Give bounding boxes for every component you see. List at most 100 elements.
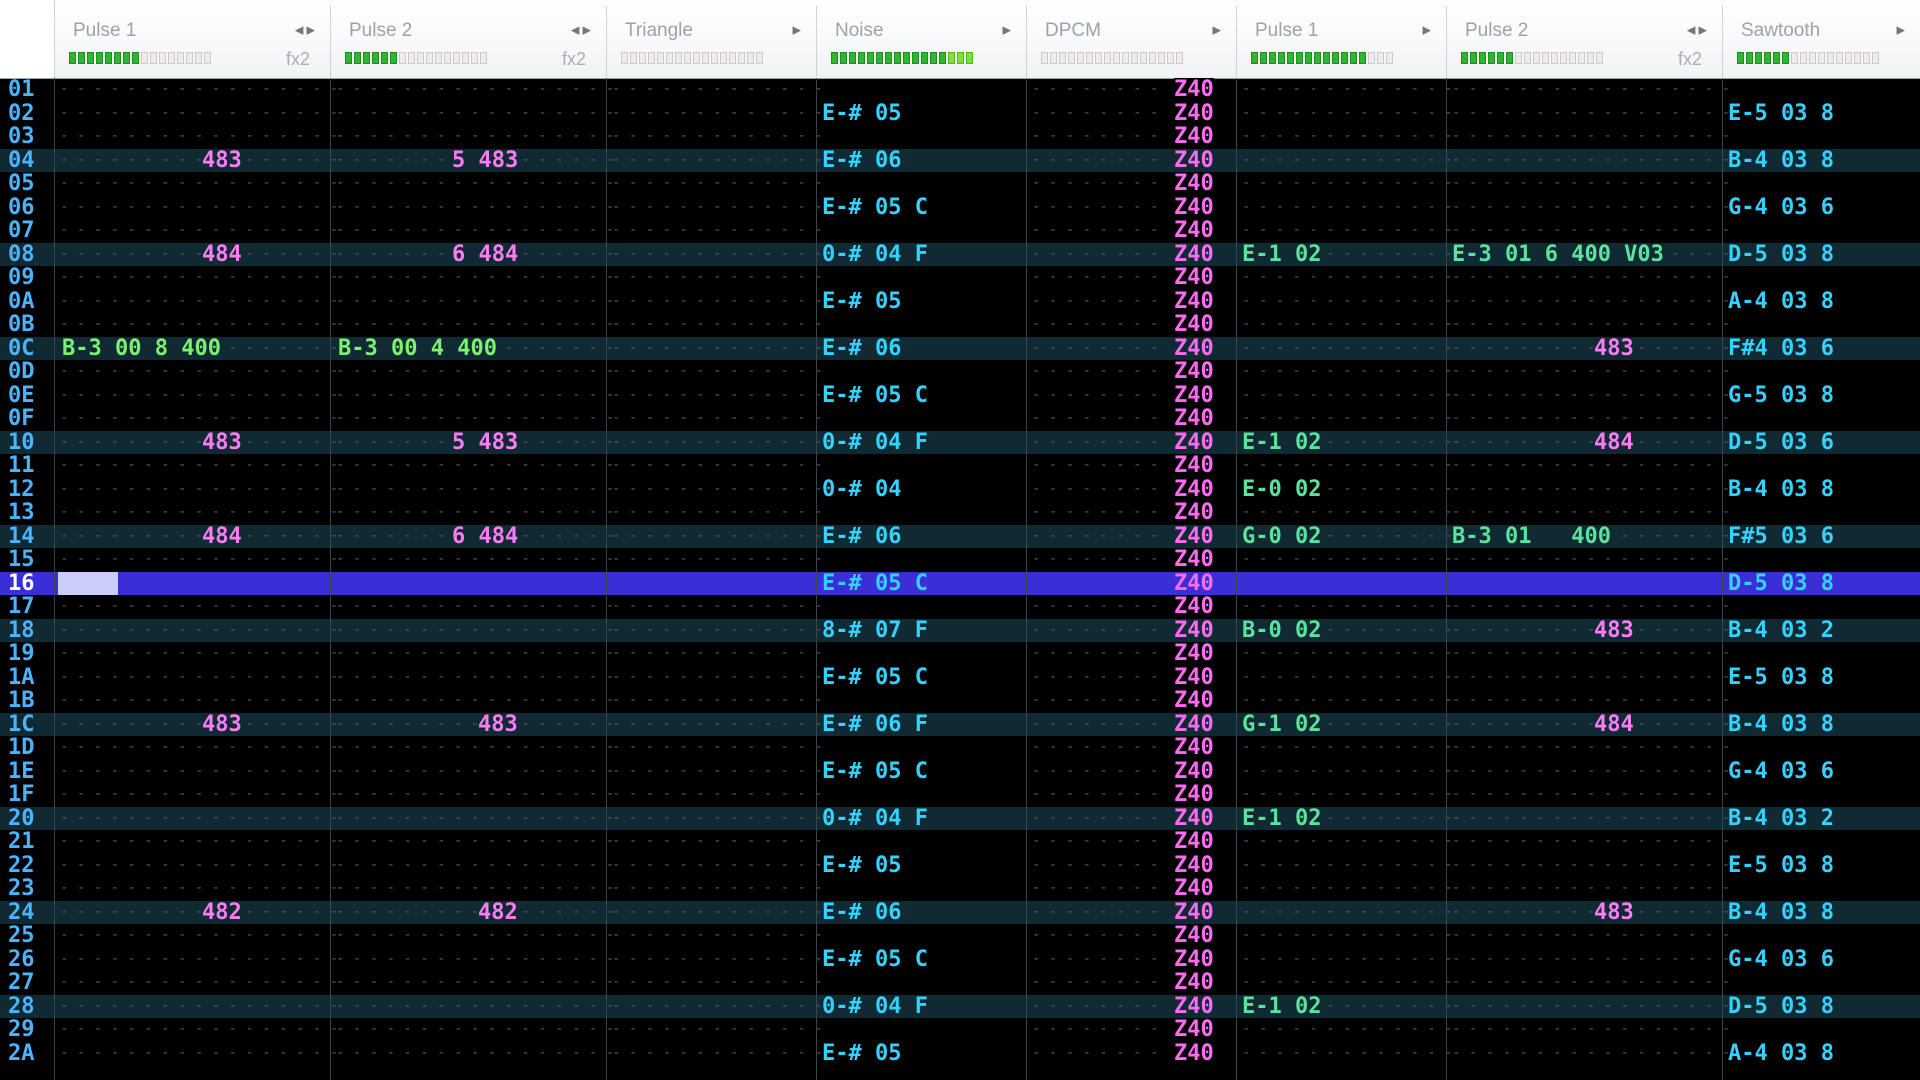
vrc-pulse2-cell[interactable]: 483 — [1594, 618, 1634, 642]
pattern-row[interactable]: 1A - - - - - - - - - - - - - - - - -- - -… — [0, 665, 1920, 689]
channel-header-4[interactable]: Noise ▸ — [816, 6, 1026, 76]
pattern-row[interactable]: 19- - - - - - - - - - - - - - - - -- - -… — [0, 642, 1920, 666]
dpcm-cell[interactable]: Z40 — [1174, 501, 1214, 525]
pattern-row[interactable]: 24- - - - - - - - - - - - - - - - -- - -… — [0, 900, 1920, 924]
pattern-row[interactable]: 02- - - - - - - - - - - - - - - - -- - -… — [0, 101, 1920, 125]
pattern-row[interactable]: 0A - - - - - - - - - - - - - - - - -- - -… — [0, 289, 1920, 313]
dpcm-cell[interactable]: Z40 — [1174, 454, 1214, 478]
pattern-row[interactable]: 0C - - - - - - - - - - - - - - - - -- - -… — [0, 336, 1920, 360]
vrc-pulse2-cell[interactable]: 483 — [1594, 336, 1634, 360]
pulse1-cell[interactable]: 483 — [202, 148, 242, 172]
pattern-row[interactable]: 08 - - - - - - - - - - - - - - - - - - - -… — [0, 242, 1920, 266]
noise-cell[interactable]: E-# 05 — [822, 289, 902, 313]
channel-arrows-icon[interactable]: ◂▸ — [571, 20, 594, 40]
pattern-row[interactable]: 1B - - - - - - - - - - - - - - - - -- - -… — [0, 689, 1920, 713]
noise-cell[interactable]: E-# 05 C — [822, 947, 928, 971]
dpcm-cell[interactable]: Z40 — [1174, 1041, 1214, 1065]
pattern-row[interactable]: 1C - - - - - - - - - - - - - - - - -- - -… — [0, 712, 1920, 736]
dpcm-cell[interactable]: Z40 — [1174, 971, 1214, 995]
channel-header-1[interactable]: Pulse 1 ◂▸ fx2 — [54, 6, 330, 76]
dpcm-cell[interactable]: Z40 — [1174, 524, 1214, 548]
dpcm-cell[interactable]: Z40 — [1174, 1018, 1214, 1042]
channel-arrows-icon[interactable]: ▸ — [1212, 20, 1224, 40]
pattern-row[interactable]: 1E - - - - - - - - - - - - - - - - -- - -… — [0, 759, 1920, 783]
pattern-row[interactable]: 04- - - - - - - - - - - - - - - - -- - -… — [0, 148, 1920, 172]
sawtooth-cell[interactable]: G-4 03 6 — [1728, 195, 1834, 219]
pulse2-cell[interactable]: 6 484 — [452, 242, 519, 266]
pattern-row[interactable]: 07- - - - - - - - - - - - - - - - -- - -… — [0, 219, 1920, 243]
pulse1-cell[interactable]: 483 — [202, 430, 242, 454]
dpcm-cell[interactable]: Z40 — [1174, 830, 1214, 854]
dpcm-cell[interactable]: Z40 — [1174, 289, 1214, 313]
dpcm-cell[interactable]: Z40 — [1174, 877, 1214, 901]
noise-cell[interactable]: 8-# 07 F — [822, 618, 928, 642]
pattern-row[interactable]: 18- - - - - - - - - - - - - - - - -- - -… — [0, 618, 1920, 642]
vrc-pulse2-cell[interactable]: 484 — [1594, 430, 1634, 454]
dpcm-cell[interactable]: Z40 — [1174, 759, 1214, 783]
sawtooth-cell[interactable]: B-4 03 2 — [1728, 806, 1834, 830]
pulse2-cell[interactable]: 6 484 — [452, 524, 519, 548]
dpcm-cell[interactable]: Z40 — [1174, 407, 1214, 431]
channel-arrows-icon[interactable]: ▸ — [792, 20, 804, 40]
noise-cell[interactable]: 0-# 04 F — [822, 430, 928, 454]
pattern-row[interactable]: 06- - - - - - - - - - - - - - - - -- - -… — [0, 195, 1920, 219]
pattern-row[interactable]: 0F - - - - - - - - - - - - - - - - -- - -… — [0, 407, 1920, 431]
pattern-row[interactable]: 28- - - - - - - - - - - - - - - - -- - -… — [0, 994, 1920, 1018]
dpcm-cell[interactable]: Z40 — [1174, 148, 1214, 172]
pattern-row[interactable]: 27- - - - - - - - - - - - - - - - -- - -… — [0, 971, 1920, 995]
dpcm-cell[interactable]: Z40 — [1174, 125, 1214, 149]
vrc-pulse1-cell[interactable]: E-1 02 — [1242, 994, 1322, 1018]
channel-header-3[interactable]: Triangle ▸ — [606, 6, 816, 76]
sawtooth-cell[interactable]: E-5 03 8 — [1728, 665, 1834, 689]
dpcm-cell[interactable]: Z40 — [1174, 477, 1214, 501]
dpcm-cell[interactable]: Z40 — [1174, 853, 1214, 877]
dpcm-cell[interactable]: Z40 — [1174, 430, 1214, 454]
dpcm-cell[interactable]: Z40 — [1174, 783, 1214, 807]
channel-header-8[interactable]: Sawtooth ▸ — [1722, 6, 1920, 76]
vrc-pulse1-cell[interactable]: E-1 02 — [1242, 242, 1322, 266]
channel-arrows-icon[interactable]: ◂▸ — [295, 20, 318, 40]
vrc-pulse2-cell[interactable]: E-3 01 6 400 V03 — [1452, 242, 1664, 266]
dpcm-cell[interactable]: Z40 — [1174, 336, 1214, 360]
pattern-row[interactable]: 0D - - - - - - - - - - - - - - - - -- - -… — [0, 360, 1920, 384]
noise-cell[interactable]: E-# 06 — [822, 900, 902, 924]
dpcm-cell[interactable]: Z40 — [1174, 360, 1214, 384]
noise-cell[interactable]: E-# 05 C — [822, 759, 928, 783]
pattern-row[interactable]: 13- - - - - - - - - - - - - - - - -- - -… — [0, 501, 1920, 525]
dpcm-cell[interactable]: Z40 — [1174, 665, 1214, 689]
dpcm-cell[interactable]: Z40 — [1174, 266, 1214, 290]
noise-cell[interactable]: E-# 06 — [822, 336, 902, 360]
noise-cell[interactable]: E-# 06 F — [822, 712, 928, 736]
sawtooth-cell[interactable]: F#5 03 6 — [1728, 524, 1834, 548]
sawtooth-cell[interactable]: G-5 03 8 — [1728, 383, 1834, 407]
sawtooth-cell[interactable]: B-4 03 8 — [1728, 900, 1834, 924]
pattern-row[interactable]: 21- - - - - - - - - - - - - - - - -- - -… — [0, 830, 1920, 854]
sawtooth-cell[interactable]: E-5 03 8 — [1728, 853, 1834, 877]
pulse2-cell[interactable]: 5 483 — [452, 148, 519, 172]
dpcm-cell[interactable]: Z40 — [1174, 712, 1214, 736]
noise-cell[interactable]: E-# 05 — [822, 853, 902, 877]
sawtooth-cell[interactable]: D-5 03 6 — [1728, 430, 1834, 454]
sawtooth-cell[interactable]: E-5 03 8 — [1728, 101, 1834, 125]
dpcm-cell[interactable]: Z40 — [1174, 900, 1214, 924]
dpcm-cell[interactable]: Z40 — [1174, 313, 1214, 337]
vrc-pulse1-cell[interactable]: G-1 02 — [1242, 712, 1322, 736]
sawtooth-cell[interactable]: D-5 03 8 — [1728, 571, 1834, 596]
vrc-pulse2-cell[interactable]: B-3 01 400 — [1452, 524, 1611, 548]
pattern-row[interactable]: 20- - - - - - - - - - - - - - - - -- - -… — [0, 806, 1920, 830]
dpcm-cell[interactable]: Z40 — [1174, 195, 1214, 219]
vrc-pulse2-cell[interactable]: 484 — [1594, 712, 1634, 736]
channel-arrows-icon[interactable]: ◂▸ — [1687, 20, 1710, 40]
pattern-row[interactable]: 10 - - - - - - - - - - - - - - - - - - - -… — [0, 430, 1920, 454]
pulse1-cell[interactable]: 483 — [202, 712, 242, 736]
pulse1-cell[interactable]: 482 — [202, 900, 242, 924]
dpcm-cell[interactable]: Z40 — [1174, 595, 1214, 619]
pattern-row[interactable]: 0E - - - - - - - - - - - - - - - - -- - -… — [0, 383, 1920, 407]
sawtooth-cell[interactable]: B-4 03 8 — [1728, 712, 1834, 736]
pattern-row[interactable]: 09- - - - - - - - - - - - - - - - -- - -… — [0, 266, 1920, 290]
noise-cell[interactable]: E-# 05 — [822, 1041, 902, 1065]
sawtooth-cell[interactable]: D-5 03 8 — [1728, 994, 1834, 1018]
pattern-row[interactable]: 16 E-# 05 C Z40 D-5 03 8 — [0, 571, 1920, 596]
dpcm-cell[interactable]: Z40 — [1174, 242, 1214, 266]
dpcm-cell[interactable]: Z40 — [1174, 994, 1214, 1018]
